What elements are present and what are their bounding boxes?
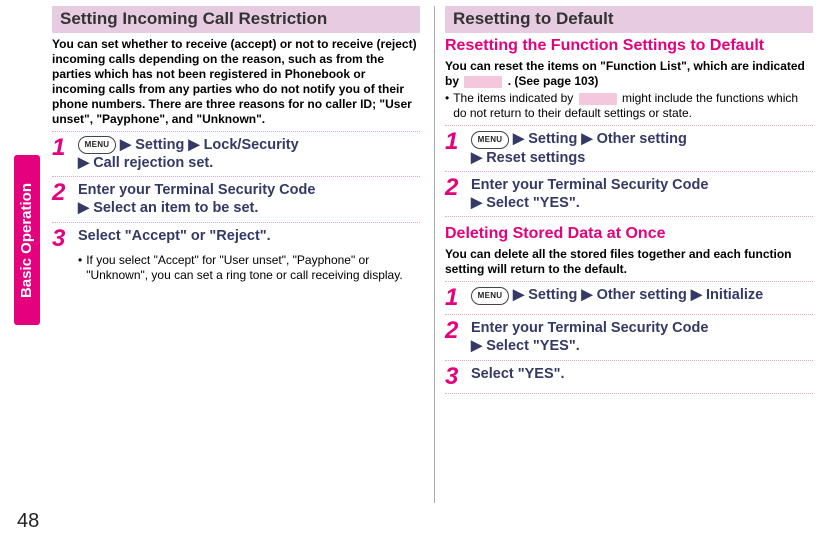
chevron-right-icon: ▶ [581,287,592,303]
path-seg: Select "YES". [486,338,580,354]
left-intro: You can set whether to receive (accept) … [52,37,420,127]
path-seg: Enter your Terminal Security Code [471,177,708,193]
step: 3 Select "Accept" or "Reject". [52,227,420,251]
chevron-right-icon: ▶ [471,338,482,354]
menu-icon: MENU [78,136,116,154]
section-header-right: Resetting to Default [445,6,813,33]
divider [52,222,420,223]
right-column: Resetting to Default Resetting the Funct… [434,6,819,503]
step-number: 2 [445,319,463,343]
divider [445,216,813,217]
path-seg: Call rejection set. [93,155,213,171]
step: 2 Enter your Terminal Security Code ▶ Se… [445,176,813,212]
step: 2 Enter your Terminal Security Code ▶ Se… [445,319,813,355]
page-number: 48 [17,510,39,533]
step-number: 2 [445,176,463,200]
intro-text: . (See page 103) [508,74,599,88]
subsection-title: Resetting the Function Settings to Defau… [445,37,813,55]
divider [445,171,813,172]
color-swatch-icon [579,93,617,105]
path-seg: Other setting [597,287,687,303]
step-number: 3 [445,365,463,389]
step-note: If you select "Accept" for "User unset",… [78,253,420,283]
divider [445,125,813,126]
chevron-right-icon: ▶ [188,137,199,153]
step: 1 MENU ▶ Setting ▶ Lock/Security ▶ Call … [52,136,420,172]
step-note-text: If you select "Accept" for "User unset",… [86,253,420,283]
section-header-left: Setting Incoming Call Restriction [52,6,420,33]
path-seg: Lock/Security [204,137,299,153]
subsection-title: Deleting Stored Data at Once [445,225,813,243]
chevron-right-icon: ▶ [471,150,482,166]
left-column: Setting Incoming Call Restriction You ca… [52,6,426,503]
path-seg: Select an item to be set. [93,200,258,216]
right-intro-2: You can delete all the stored files toge… [445,247,813,277]
step: 1 MENU ▶ Setting ▶ Other setting ▶ Initi… [445,286,813,310]
right-intro-1: You can reset the items on "Function Lis… [445,59,813,89]
path-seg: Enter your Terminal Security Code [471,320,708,336]
color-swatch-icon [464,76,502,88]
chevron-right-icon: ▶ [513,131,524,147]
path-seg: Setting [528,131,577,147]
sidebar-tab: Basic Operation [14,155,40,325]
chevron-right-icon: ▶ [120,137,131,153]
menu-icon: MENU [471,131,509,149]
divider [52,131,420,132]
path-seg: Other setting [597,131,687,147]
step-number: 2 [52,181,70,205]
path-seg: Setting [135,137,184,153]
chevron-right-icon: ▶ [78,155,89,171]
path-seg: Select "YES". [486,195,580,211]
chevron-right-icon: ▶ [581,131,592,147]
path-seg: Setting [528,287,577,303]
step: 3 Select "YES". [445,365,813,389]
step-number: 3 [52,227,70,251]
chevron-right-icon: ▶ [691,287,702,303]
divider [445,360,813,361]
divider [445,281,813,282]
path-seg: Enter your Terminal Security Code [78,182,315,198]
path-seg: Select "YES". [471,366,565,382]
step-number: 1 [445,286,463,310]
step: 2 Enter your Terminal Security Code ▶ Se… [52,181,420,217]
path-seg: Reset settings [486,150,585,166]
menu-icon: MENU [471,287,509,305]
chevron-right-icon: ▶ [513,287,524,303]
step-number: 1 [52,136,70,160]
sidebar-label: Basic Operation [19,182,36,297]
divider [445,393,813,394]
divider [52,176,420,177]
step-number: 1 [445,130,463,154]
step: 1 MENU ▶ Setting ▶ Other setting ▶ Reset… [445,130,813,166]
chevron-right-icon: ▶ [471,195,482,211]
note-list: The items indicated by might include the… [445,91,813,121]
path-seg: Initialize [706,287,763,303]
note-text: The items indicated by [453,91,576,105]
divider [445,314,813,315]
path-seg: Select "Accept" or "Reject". [78,228,271,244]
chevron-right-icon: ▶ [78,200,89,216]
